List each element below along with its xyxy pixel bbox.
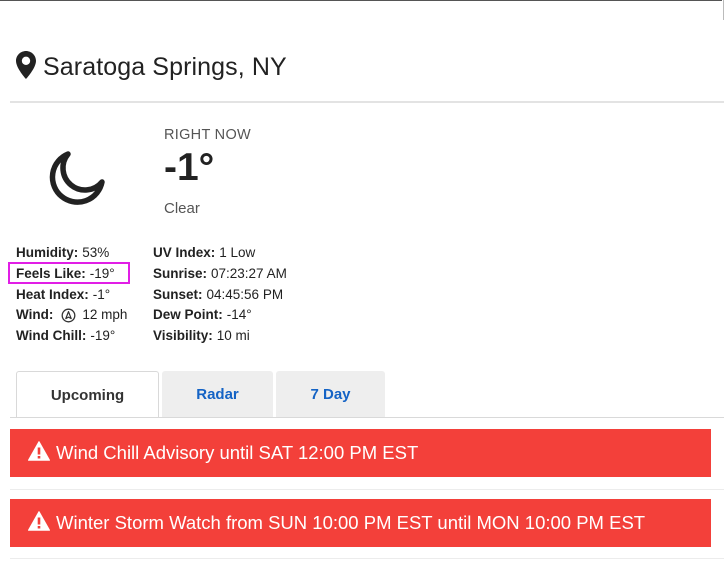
detail-label: UV Index: (153, 245, 216, 260)
detail-value: 07:23:27 AM (211, 265, 287, 281)
wind-direction-icon (61, 308, 76, 323)
detail-dew-point: Dew Point: -14° (153, 305, 287, 326)
location-header: Saratoga Springs, NY (16, 50, 287, 84)
detail-label: Heat Index: (16, 286, 89, 302)
detail-value: 04:45:56 PM (206, 286, 284, 302)
detail-value: -1° (92, 286, 111, 302)
detail-heat-index: Heat Index: -1° (16, 285, 127, 306)
detail-uv-index: UV Index: 1 Low (153, 243, 287, 264)
forecast-tabs: Upcoming Radar 7 Day (16, 371, 388, 418)
detail-value: 10 mi (216, 328, 250, 344)
current-temperature: -1° (164, 146, 215, 189)
top-divider (0, 0, 722, 1)
alert-banner-winter-storm[interactable]: Winter Storm Watch from SUN 10:00 PM EST… (10, 499, 711, 547)
detail-sunset: Sunset: 04:45:56 PM (153, 285, 287, 306)
detail-label: Wind: (16, 307, 54, 323)
weather-page: Saratoga Springs, NY RIGHT NOW -1° Clear… (0, 0, 724, 561)
warning-icon (28, 510, 56, 536)
details-left-column: Humidity: 53% Feels Like: -19° Heat Inde… (16, 243, 127, 347)
warning-icon (28, 440, 56, 466)
detail-value: 12 mph (82, 307, 128, 323)
feels-like-highlight-box (8, 262, 130, 284)
details-right-column: UV Index: 1 Low Sunrise: 07:23:27 AM Sun… (153, 243, 287, 347)
detail-value: -19° (90, 328, 116, 344)
tab-7-day[interactable]: 7 Day (276, 371, 385, 417)
detail-sunrise: Sunrise: 07:23:27 AM (153, 264, 287, 285)
location-name: Saratoga Springs, NY (43, 52, 287, 81)
detail-label: Sunrise: (153, 265, 208, 281)
detail-wind-chill: Wind Chill: -19° (16, 326, 127, 347)
current-condition: Clear (164, 200, 200, 217)
alert-text: Winter Storm Watch from SUN 10:00 PM EST… (56, 512, 646, 533)
detail-visibility: Visibility: 10 mi (153, 326, 287, 347)
alert-divider (10, 489, 724, 490)
tab-upcoming[interactable]: Upcoming (16, 371, 159, 418)
detail-value: 53% (82, 245, 110, 260)
tab-bar-divider (10, 417, 724, 418)
current-label: RIGHT NOW (164, 127, 252, 143)
detail-label: Visibility: (153, 328, 213, 344)
detail-value: 1 Low (219, 245, 256, 260)
alert-banner-wind-chill[interactable]: Wind Chill Advisory until SAT 12:00 PM E… (10, 429, 711, 477)
detail-wind: Wind: 12 mph (16, 305, 127, 326)
detail-label: Dew Point: (153, 307, 223, 323)
detail-label: Sunset: (153, 286, 203, 302)
detail-label: Humidity: (16, 245, 79, 260)
map-pin-icon (16, 50, 36, 84)
alert-text: Wind Chill Advisory until SAT 12:00 PM E… (56, 442, 419, 463)
alert-divider (10, 558, 724, 559)
moon-icon (46, 146, 108, 208)
detail-value: -14° (226, 307, 252, 323)
location-divider (10, 101, 724, 103)
detail-humidity: Humidity: 53% (16, 243, 127, 264)
tab-radar[interactable]: Radar (162, 371, 273, 417)
detail-label: Wind Chill: (16, 328, 87, 344)
